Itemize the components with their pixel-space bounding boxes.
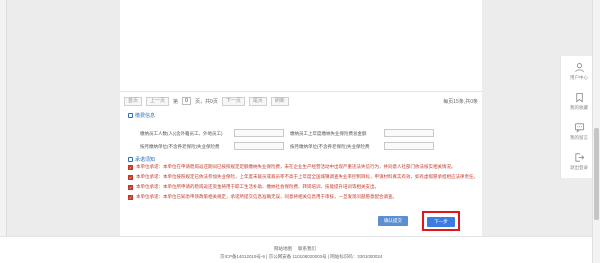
commitment-item: ✓ 本单位承诺：本单位所申请的稳岗返还资金将用于职工生活补助、缴纳社会保险费、转… bbox=[128, 184, 478, 190]
fee-form: 缴纳员工人数(人)(含外籍员工、外地员工) 缴纳员工上年度缴纳失业保险费总金额 … bbox=[140, 128, 480, 154]
main-content: 首页 上一页 第 0 页，共0页 下一页 尾页 刷新 每页15条,共0条 缴费信… bbox=[120, 0, 482, 236]
side-panel: 用户中心 我的收藏 我的留言 退出登录 bbox=[560, 56, 596, 178]
icp-info: 京ICP备14012019号-6 | 京公网安备 110108020003号 |… bbox=[220, 254, 383, 259]
commitment-item: ✓ 本单位承诺：本单位在申请稳岗返还期间已按照规定足额缴纳失业保险费，未在企业生… bbox=[128, 164, 478, 170]
footer: 网站地图 联系我们 京ICP备14012019号-6 | 京公网安备 11010… bbox=[0, 236, 600, 263]
next-step-button[interactable]: 下一步 bbox=[427, 217, 455, 227]
next-step-highlight: 下一步 bbox=[422, 211, 460, 231]
commitment-checkbox[interactable]: ✓ bbox=[128, 194, 133, 200]
confirm-submit-button[interactable]: 确认提交 bbox=[378, 216, 408, 226]
last-page-button[interactable]: 尾页 bbox=[248, 96, 267, 106]
fee-input[interactable] bbox=[384, 142, 434, 150]
section-icon bbox=[128, 156, 133, 162]
prev-page-button[interactable]: 上一页 bbox=[146, 96, 170, 106]
first-page-button[interactable]: 首页 bbox=[124, 96, 143, 106]
data-grid bbox=[120, 0, 482, 92]
fee-label: 按月缴纳单位(不含养老保险)失业保险费 bbox=[140, 143, 220, 149]
commitment-text: 本单位承诺：本单位已知悉申领政策相关规定，承诺所提交信息准确无误，同意将相关信息… bbox=[136, 194, 397, 199]
fee-row: 按月缴纳单位(不含养老保险)失业保险费 按月缴纳单位(不含养老保险)失业保险费 bbox=[140, 141, 480, 151]
logout-icon bbox=[574, 152, 584, 162]
commitment-list: ✓ 本单位承诺：本单位在申请稳岗返还期间已按照规定足额缴纳失业保险费，未在企业生… bbox=[128, 164, 478, 204]
commitment-text: 本单位承诺：本单位按照规定已依法参加失业保险，上年度未裁员或裁员率不高于上年度全… bbox=[136, 174, 478, 179]
side-item-label: 用户中心 bbox=[570, 74, 588, 80]
fee-label: 缴纳员工人数(人)(含外籍员工、外地员工) bbox=[140, 130, 223, 136]
contact-link[interactable]: 联系我们 bbox=[298, 246, 316, 252]
fee-input[interactable] bbox=[384, 129, 434, 137]
commitment-item: ✓ 本单位承诺：本单位按照规定已依法参加失业保险，上年度未裁员或裁员率不高于上年… bbox=[128, 174, 478, 180]
side-item-label: 我的留言 bbox=[570, 134, 588, 140]
commit-section-label: 承诺须知 bbox=[135, 156, 156, 163]
page-suffix: 页，共0页 bbox=[195, 98, 218, 105]
fee-section-title: 缴费信息 bbox=[128, 111, 155, 119]
section-icon bbox=[128, 112, 133, 118]
commit-section-title: 承诺须知 bbox=[128, 155, 155, 163]
page-prefix: 第 bbox=[173, 98, 179, 105]
record-count: 每页15条,共0条 bbox=[443, 98, 478, 105]
viewport: 首页 上一页 第 0 页，共0页 下一页 尾页 刷新 每页15条,共0条 缴费信… bbox=[0, 0, 600, 263]
message-icon bbox=[574, 122, 584, 133]
left-edge bbox=[0, 0, 7, 263]
commitment-text: 本单位承诺：本单位所申请的稳岗返还资金将用于职工生活补助、缴纳社会保险费、转岗培… bbox=[136, 184, 379, 189]
commitment-checkbox[interactable]: ✓ bbox=[128, 164, 133, 170]
commitment-checkbox[interactable]: ✓ bbox=[128, 184, 133, 190]
scroll-thumb[interactable] bbox=[594, 128, 599, 220]
commitment-checkbox[interactable]: ✓ bbox=[128, 174, 133, 180]
bookmark-icon bbox=[575, 92, 583, 102]
side-item-label: 我的收藏 bbox=[570, 104, 588, 110]
fee-label: 按月缴纳单位(不含养老保险)失业保险费 bbox=[290, 143, 370, 149]
page-input[interactable]: 0 bbox=[182, 97, 192, 105]
refresh-button[interactable]: 刷新 bbox=[270, 96, 289, 106]
fee-input[interactable] bbox=[234, 129, 284, 137]
scrollbar[interactable] bbox=[592, 0, 600, 263]
fee-label: 缴纳员工上年度缴纳失业保险费总金额 bbox=[290, 130, 367, 136]
next-page-button[interactable]: 下一页 bbox=[221, 96, 245, 106]
user-icon bbox=[574, 62, 584, 72]
pager-toolbar: 首页 上一页 第 0 页，共0页 下一页 尾页 刷新 每页15条,共0条 bbox=[124, 95, 478, 107]
side-item-label: 退出登录 bbox=[570, 164, 588, 170]
fee-row: 缴纳员工人数(人)(含外籍员工、外地员工) 缴纳员工上年度缴纳失业保险费总金额 bbox=[140, 128, 480, 138]
commitment-text: 本单位承诺：本单位在申请稳岗返还期间已按照规定足额缴纳失业保险费，未在企业生产经… bbox=[136, 164, 456, 169]
fee-input[interactable] bbox=[234, 142, 284, 150]
site-map-link[interactable]: 网站地图 bbox=[274, 246, 292, 252]
commitment-item: ✓ 本单位承诺：本单位已知悉申领政策相关规定，承诺所提交信息准确无误，同意将相关… bbox=[128, 194, 478, 200]
footer-links: 网站地图 联系我们 bbox=[274, 246, 316, 252]
fee-section-label: 缴费信息 bbox=[135, 112, 156, 119]
